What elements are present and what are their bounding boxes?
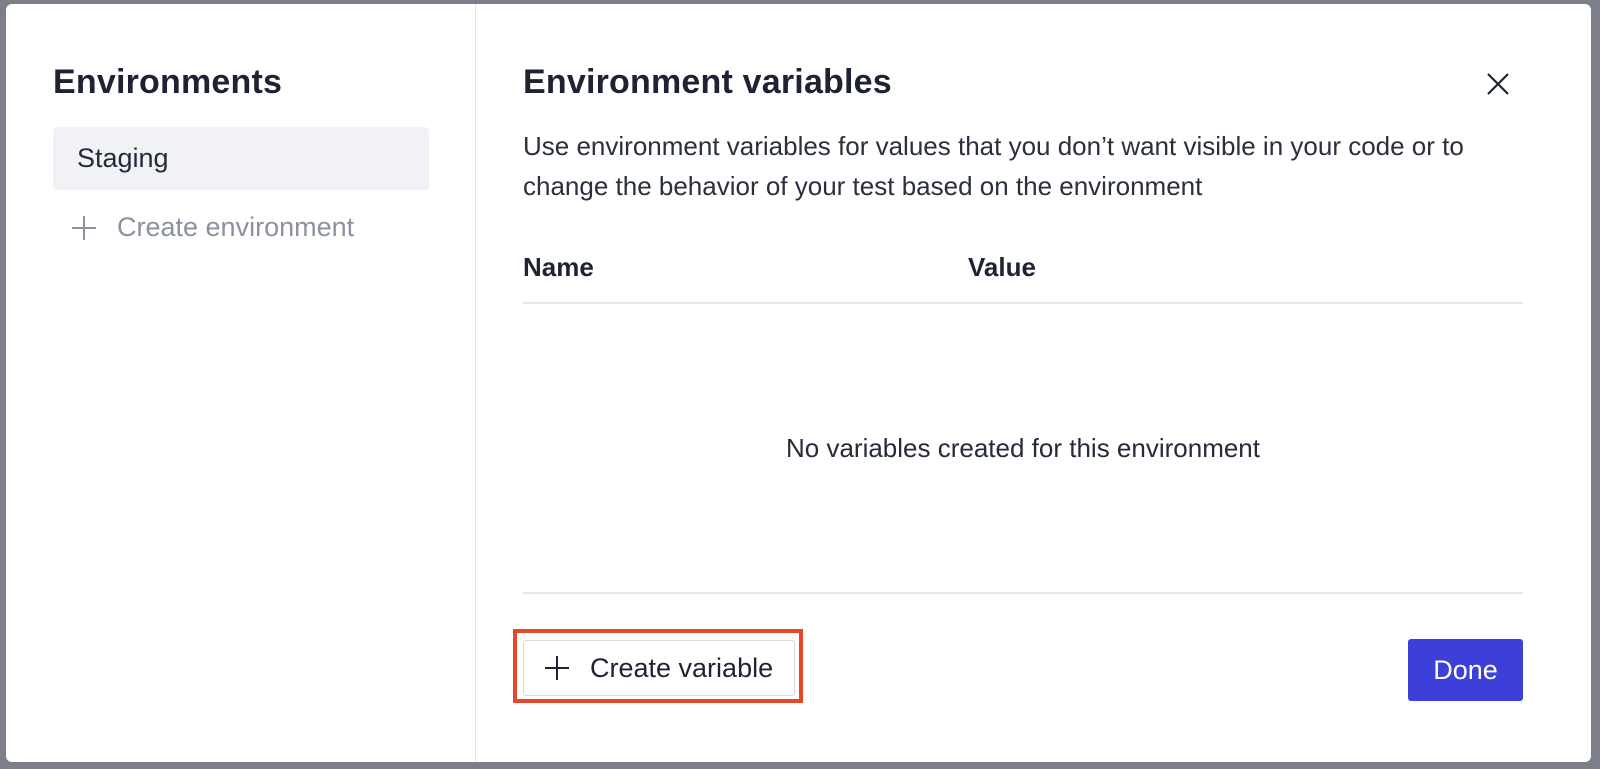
create-variable-label: Create variable	[590, 652, 774, 683]
variables-table-header: Name Value	[523, 248, 1523, 304]
variables-panel: Environment variables Use environment va…	[476, 4, 1591, 762]
description-text: Use environment variables for values tha…	[523, 131, 1464, 201]
done-button[interactable]: Done	[1408, 639, 1523, 701]
sidebar-item-staging[interactable]: Staging	[53, 127, 429, 190]
sidebar-item-label: Staging	[77, 143, 169, 173]
close-icon[interactable]	[1483, 69, 1513, 99]
create-environment-button[interactable]: Create environment	[53, 212, 429, 243]
empty-state-message: No variables created for this environmen…	[785, 432, 1260, 463]
modal-footer: Create variable Done	[513, 629, 1523, 706]
sidebar-title: Environments	[53, 63, 283, 101]
column-header-name: Name	[523, 252, 594, 282]
environment-modal: Environments Staging Create environment …	[6, 4, 1591, 762]
plus-icon	[71, 215, 97, 241]
page-title: Environment variables	[523, 63, 892, 101]
create-environment-label: Create environment	[117, 212, 355, 242]
variables-table-empty: No variables created for this environmen…	[523, 304, 1523, 594]
plus-icon	[544, 655, 570, 681]
create-variable-button[interactable]: Create variable	[523, 640, 795, 696]
column-header-value: Value	[968, 252, 1036, 282]
environments-sidebar: Environments Staging Create environment	[6, 4, 476, 762]
